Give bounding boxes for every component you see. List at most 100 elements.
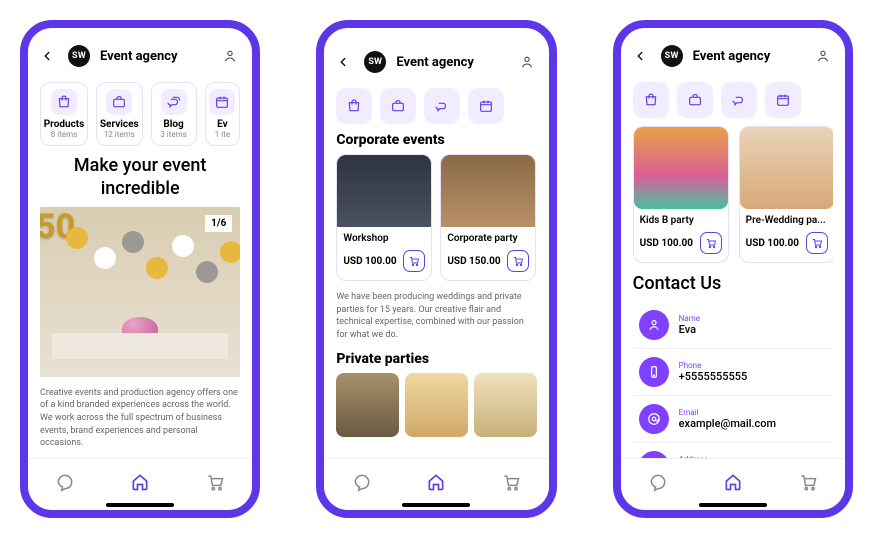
product-card-kids-party[interactable]: Kids B party USD 100.00 — [633, 126, 729, 263]
add-to-cart-button[interactable] — [700, 232, 722, 254]
chip-sub: 3 items — [160, 130, 186, 139]
contact-heading: Contact Us — [633, 273, 833, 294]
card-title: Pre-Wedding pa... — [746, 215, 828, 226]
add-to-cart-button[interactable] — [806, 232, 828, 254]
page-title: Event agency — [100, 49, 210, 64]
contact-label: Phone — [679, 361, 748, 370]
card-image — [441, 155, 535, 227]
chip-services[interactable]: Services 12 items — [96, 82, 143, 146]
chip-services[interactable] — [380, 88, 416, 124]
nav-chat-icon[interactable] — [54, 471, 76, 493]
section-private-parties: Private parties — [336, 351, 536, 367]
nav-cart-icon[interactable] — [797, 471, 819, 493]
nav-cart-icon[interactable] — [500, 471, 522, 493]
nav-chat-icon[interactable] — [647, 471, 669, 493]
phone-frame-2: SW Event agency Corporate events Worksho… — [316, 20, 556, 518]
profile-icon[interactable] — [517, 54, 537, 70]
chip-sub: 1 ite — [215, 130, 230, 139]
card-price: USD 100.00 — [746, 238, 799, 249]
profile-icon[interactable] — [220, 48, 240, 64]
app-header: SW Event agency — [40, 38, 240, 74]
person-icon — [639, 310, 669, 340]
page-title: Event agency — [396, 55, 506, 70]
briefcase-icon — [106, 89, 132, 115]
nav-home-icon[interactable] — [722, 471, 744, 493]
calendar-icon — [209, 89, 235, 115]
contact-label: Name — [679, 314, 700, 323]
category-chips: Products 8 items Services 12 items Blog … — [40, 82, 240, 146]
chip-blog[interactable] — [424, 88, 460, 124]
nav-home-icon[interactable] — [129, 471, 151, 493]
home-indicator — [106, 503, 174, 507]
contact-row-phone[interactable]: Phone +5555555555 — [633, 349, 833, 396]
card-image — [634, 127, 728, 209]
nav-home-icon[interactable] — [425, 471, 447, 493]
back-icon[interactable] — [633, 49, 651, 63]
card-price: USD 150.00 — [447, 256, 500, 267]
card-title: Kids B party — [640, 215, 722, 226]
contact-row-address[interactable]: Address Netherlands, Amsterdam — [633, 443, 833, 458]
bag-icon — [51, 89, 77, 115]
nav-cart-icon[interactable] — [204, 471, 226, 493]
nav-chat-icon[interactable] — [351, 471, 373, 493]
chip-events[interactable]: Ev 1 ite — [205, 82, 241, 146]
category-mini-chips — [336, 88, 536, 124]
chat-icon — [161, 89, 187, 115]
product-card-corporate-party[interactable]: Corporate party USD 150.00 — [440, 154, 536, 281]
chip-blog[interactable] — [721, 82, 757, 118]
location-icon — [639, 451, 669, 458]
corporate-cards: Workshop USD 100.00 Corporate party USD … — [336, 154, 536, 281]
contact-value: Eva — [679, 323, 700, 336]
chip-label: Ev — [217, 119, 228, 130]
chip-label: Products — [44, 119, 85, 130]
brand-logo: SW — [364, 51, 386, 73]
phone-frame-1: SW Event agency Products 8 items Service… — [20, 20, 260, 518]
chip-label: Blog — [163, 119, 183, 130]
back-icon[interactable] — [336, 55, 354, 69]
card-price: USD 100.00 — [343, 256, 396, 267]
brand-logo: SW — [661, 45, 683, 67]
email-icon — [639, 404, 669, 434]
chip-sub: 8 items — [51, 130, 77, 139]
shop-cards: Kids B party USD 100.00 Pre-Wedding pa..… — [633, 126, 833, 263]
card-image — [740, 127, 833, 209]
contact-row-name[interactable]: Name Eva — [633, 302, 833, 349]
bottom-nav — [28, 458, 252, 504]
contact-label: Email — [679, 408, 776, 417]
chip-blog[interactable]: Blog 3 items — [151, 82, 197, 146]
chip-label: Services — [100, 119, 139, 130]
app-header: SW Event agency — [633, 38, 833, 74]
contact-value: +5555555555 — [679, 370, 748, 383]
chip-events[interactable] — [765, 82, 801, 118]
chip-services[interactable] — [677, 82, 713, 118]
card-title: Corporate party — [447, 233, 529, 244]
product-card-workshop[interactable]: Workshop USD 100.00 — [336, 154, 432, 281]
phone-frame-3: SW Event agency Kids B party USD 100.00 — [613, 20, 853, 518]
product-card-pre-wedding[interactable]: Pre-Wedding pa... USD 100.00 — [739, 126, 833, 263]
bottom-nav — [621, 458, 845, 504]
card-price: USD 100.00 — [640, 238, 693, 249]
add-to-cart-button[interactable] — [507, 250, 529, 272]
thumbnail[interactable] — [474, 373, 537, 437]
chip-products[interactable] — [336, 88, 372, 124]
hero-image[interactable]: 1/6 50 — [40, 207, 240, 377]
thumbnail[interactable] — [405, 373, 468, 437]
add-to-cart-button[interactable] — [403, 250, 425, 272]
hero-description: Creative events and production agency of… — [40, 387, 240, 450]
phone-icon — [639, 357, 669, 387]
private-thumbnails — [336, 373, 536, 437]
card-image — [337, 155, 431, 227]
chip-events[interactable] — [468, 88, 504, 124]
hero-heading: Make your event incredible — [40, 154, 240, 201]
contact-row-email[interactable]: Email example@mail.com — [633, 396, 833, 443]
app-header: SW Event agency — [336, 44, 536, 80]
card-title: Workshop — [343, 233, 425, 244]
chip-products[interactable]: Products 8 items — [40, 82, 88, 146]
chip-sub: 12 items — [104, 130, 135, 139]
chip-products[interactable] — [633, 82, 669, 118]
page-title: Event agency — [693, 49, 803, 64]
thumbnail[interactable] — [336, 373, 399, 437]
back-icon[interactable] — [40, 49, 58, 63]
profile-icon[interactable] — [813, 48, 833, 64]
bottom-nav — [324, 458, 548, 504]
